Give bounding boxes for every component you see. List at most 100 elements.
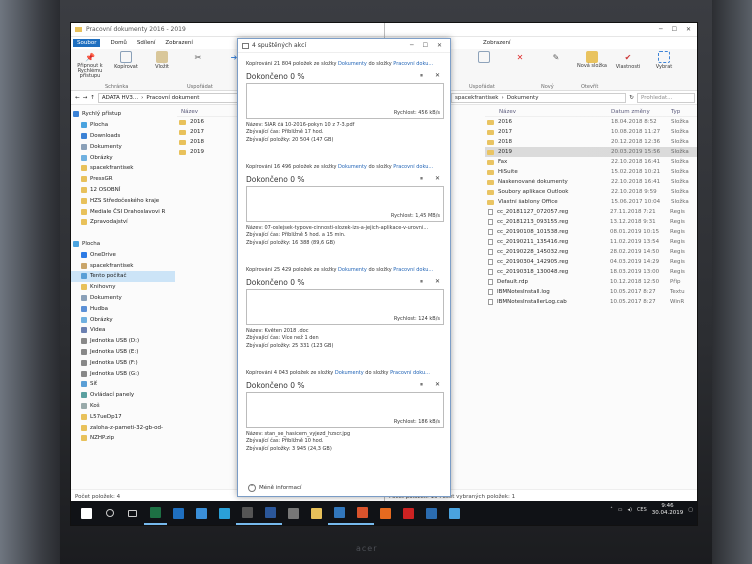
properties-button[interactable]: ✔ Vlastnosti	[613, 51, 643, 71]
close-icon[interactable]: ✕	[435, 381, 440, 389]
nav-item[interactable]: zaloha-z-pameti-32-gb-od-	[71, 422, 175, 433]
table-row[interactable]: IBMNotesInstallerLog.cab 10.05.2017 8:27 W…	[485, 297, 697, 307]
close-icon[interactable]: ✕	[437, 42, 442, 49]
chevron-up-icon[interactable]: ˄	[610, 507, 613, 513]
table-row[interactable]: Default.rdp 10.12.2018 12:50 Přip	[485, 277, 697, 287]
taskbar-button[interactable]	[259, 501, 282, 525]
pause-icon[interactable]: ⏸	[420, 72, 423, 80]
right-address-field[interactable]: spacekfrantisek › Dokumenty	[451, 92, 627, 103]
close-icon[interactable]: ✕	[435, 175, 440, 183]
minimize-icon[interactable]: ─	[659, 26, 663, 33]
nav-item[interactable]: spacekfrantisek	[71, 163, 175, 174]
tab-home[interactable]: Domů	[110, 40, 126, 46]
close-icon[interactable]: ✕	[686, 26, 691, 33]
nav-item[interactable]: Zpravodajství	[71, 217, 175, 228]
nav-item[interactable]: L57ueDp17	[71, 411, 175, 422]
pause-icon[interactable]: ⏸	[420, 278, 423, 286]
rename-button[interactable]: ✎	[541, 51, 571, 63]
cut-button[interactable]: ✂	[183, 51, 213, 63]
taskbar-button[interactable]	[397, 501, 420, 525]
table-row[interactable]: cc_20190318_130048.reg 18.03.2019 13:00 Re…	[485, 267, 697, 277]
source-folder-link[interactable]: Dokumenty	[338, 164, 367, 170]
table-row[interactable]: IBMNotesInstall.log 10.05.2017 8:27 Textu	[485, 287, 697, 297]
address-segment-user[interactable]: spacekfrantisek	[455, 95, 499, 101]
nav-item[interactable]: HZS Středočeského kraje	[71, 195, 175, 206]
table-row[interactable]: HiSuite 15.02.2018 10:21 Složka	[485, 167, 697, 177]
table-row[interactable]: cc_20190304_142905.reg 04.03.2019 14:29 Re…	[485, 257, 697, 267]
table-row[interactable]: cc_20181213_093155.reg 13.12.2018 9:31 Reg…	[485, 217, 697, 227]
address-segment-drive[interactable]: ADATA HV3...	[102, 95, 138, 101]
language-indicator[interactable]: CES	[637, 507, 647, 513]
clock[interactable]: 9:46 30.04.2019	[652, 503, 684, 517]
taskbar-button[interactable]	[328, 501, 351, 525]
pin-quick-access-button[interactable]: 📌 Připnout k Rychlému přístupu	[75, 51, 105, 79]
nav-item[interactable]: Plocha	[71, 239, 175, 250]
up-arrow-icon[interactable]: ↑	[90, 95, 95, 101]
network-icon[interactable]: ▭	[618, 507, 623, 513]
table-row[interactable]: Fax 22.10.2018 16:41 Složka	[485, 157, 697, 167]
nav-item[interactable]: NZHP.zip	[71, 433, 175, 444]
nav-item[interactable]: Hudba	[71, 303, 175, 314]
column-header-type[interactable]: Typ	[671, 109, 680, 115]
nav-item[interactable]: Tento počítač	[71, 270, 175, 282]
source-folder-link[interactable]: Dokumenty	[335, 370, 364, 376]
taskbar-button[interactable]	[213, 501, 236, 525]
notifications-icon[interactable]: ▢	[688, 507, 693, 513]
column-header-name[interactable]: Název	[485, 109, 611, 115]
table-row[interactable]: Soubory aplikace Outlook 22.10.2018 9:59 S…	[485, 187, 697, 197]
taskbar-button[interactable]	[305, 501, 328, 525]
close-icon[interactable]: ✕	[435, 72, 440, 80]
delete-button[interactable]: ✕	[505, 51, 535, 63]
nav-item[interactable]: Ovládací panely	[71, 390, 175, 401]
copy-to-button[interactable]	[469, 51, 499, 63]
taskbar-button[interactable]	[144, 501, 167, 525]
nav-item[interactable]: Videa	[71, 325, 175, 336]
nav-item[interactable]: Rychlý přístup	[71, 109, 175, 120]
nav-item[interactable]: Jednotka USB (D:)	[71, 336, 175, 347]
nav-item[interactable]: Jednotka USB (F:)	[71, 357, 175, 368]
pause-icon[interactable]: ⏸	[420, 381, 423, 389]
forward-arrow-icon[interactable]: →	[83, 95, 88, 101]
nav-item[interactable]: Obrázky	[71, 152, 175, 163]
table-row[interactable]: cc_20190211_135416.reg 11.02.2019 13:54 Re…	[485, 237, 697, 247]
destination-folder-link[interactable]: Pracovní doku...	[390, 370, 430, 376]
taskbar-button[interactable]	[75, 501, 98, 525]
nav-item[interactable]: 12 OSOBNÍ	[71, 185, 175, 196]
nav-item[interactable]: PressGR	[71, 174, 175, 185]
destination-folder-link[interactable]: Pracovní doku...	[393, 267, 433, 273]
taskbar-button[interactable]	[374, 501, 397, 525]
maximize-icon[interactable]: ☐	[423, 42, 428, 49]
taskbar-button[interactable]	[98, 501, 121, 525]
nav-item[interactable]: Dokumenty	[71, 293, 175, 304]
nav-item[interactable]: Síť	[71, 379, 175, 390]
destination-folder-link[interactable]: Pracovní doku...	[393, 164, 433, 170]
taskbar-button[interactable]	[443, 501, 466, 525]
nav-item[interactable]: Downloads	[71, 131, 175, 142]
table-row[interactable]: 2019 20.03.2019 15:56 Složka	[485, 147, 697, 157]
close-icon[interactable]: ✕	[435, 278, 440, 286]
table-row[interactable]: cc_20181127_072057.reg 27.11.2018 7:21 Reg…	[485, 207, 697, 217]
back-arrow-icon[interactable]: ←	[75, 95, 80, 101]
nav-item[interactable]: spacekfrantisek	[71, 260, 175, 271]
source-folder-link[interactable]: Dokumenty	[338, 267, 367, 273]
table-row[interactable]: 2017 10.08.2018 11:27 Složka	[485, 127, 697, 137]
nav-item[interactable]: Obrázky	[71, 314, 175, 325]
address-segment-folder[interactable]: Pracovní dokument	[146, 95, 199, 101]
nav-item[interactable]: Jednotka USB (E:)	[71, 347, 175, 358]
minimize-icon[interactable]: ─	[410, 42, 414, 49]
table-row[interactable]: cc_20190228_145032.reg 28.02.2019 14:50 Re…	[485, 247, 697, 257]
tab-share[interactable]: Sdílení	[137, 40, 155, 46]
volume-icon[interactable]: ◂)	[627, 507, 631, 513]
nav-item[interactable]: Plocha	[71, 120, 175, 131]
search-field[interactable]: Prohledat...	[637, 92, 695, 103]
new-folder-button[interactable]: Nová složka	[577, 51, 607, 69]
taskbar-button[interactable]	[121, 501, 144, 525]
table-row[interactable]: 2016 18.04.2018 8:52 Složka	[485, 117, 697, 127]
taskbar-button[interactable]	[167, 501, 190, 525]
source-folder-link[interactable]: Dokumenty	[338, 61, 367, 67]
select-button[interactable]: Vybrat	[649, 51, 679, 70]
pause-icon[interactable]: ⏸	[420, 175, 423, 183]
taskbar-button[interactable]	[282, 501, 305, 525]
nav-item[interactable]: Mediale ČSI Drahoslavovi R	[71, 206, 175, 217]
tab-file[interactable]: Soubor	[73, 39, 101, 47]
